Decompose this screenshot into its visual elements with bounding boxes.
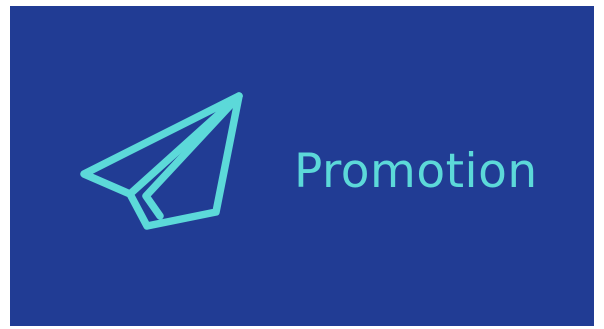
promotion-banner: Promotion	[10, 6, 594, 326]
paper-plane-icon	[80, 84, 250, 244]
banner-title: Promotion	[294, 144, 538, 199]
